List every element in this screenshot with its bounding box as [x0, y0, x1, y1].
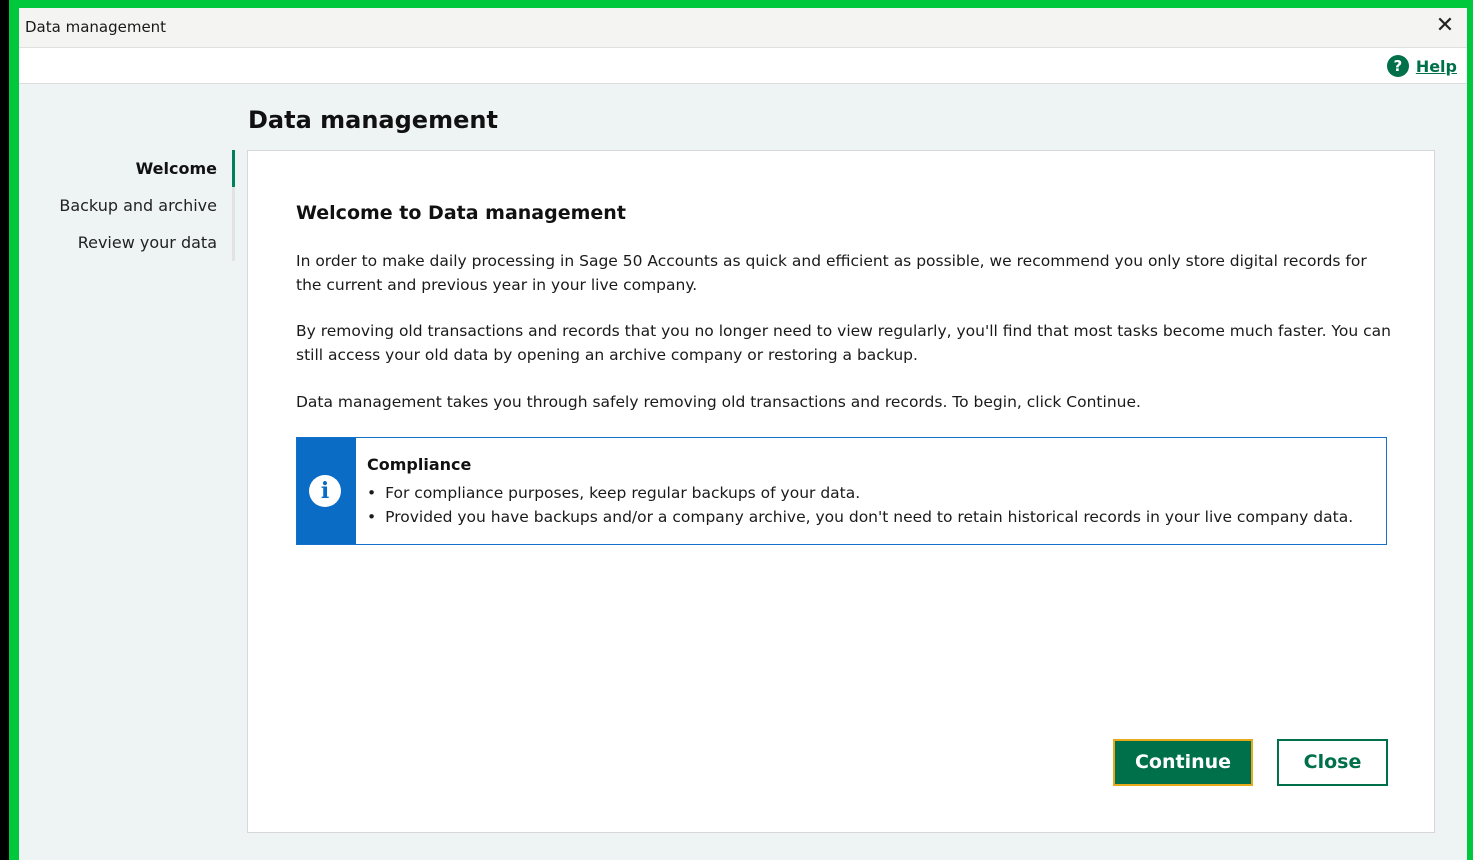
welcome-heading: Welcome to Data management [296, 202, 626, 224]
sidebar-item-welcome[interactable]: Welcome [19, 150, 235, 187]
list-item: Provided you have backups and/or a compa… [367, 505, 1353, 529]
title-bar: Data management ✕ [19, 8, 1467, 48]
window-frame: Data management ✕ ? Help Data management… [9, 0, 1473, 860]
continue-button[interactable]: Continue [1113, 739, 1253, 786]
list-item-text: Provided you have backups and/or a compa… [385, 508, 1354, 526]
content-panel: Welcome to Data management In order to m… [247, 150, 1435, 833]
page-title: Data management [248, 106, 498, 134]
notice-list: For compliance purposes, keep regular ba… [367, 481, 1353, 529]
notice-icon-bar: i [297, 438, 356, 544]
sidebar-nav: Welcome Backup and archive Review your d… [19, 150, 235, 261]
sidebar-item-label: Backup and archive [59, 196, 217, 215]
help-bar: ? Help [19, 48, 1467, 84]
compliance-notice: i Compliance For compliance purposes, ke… [296, 437, 1387, 545]
close-icon[interactable]: ✕ [1433, 14, 1457, 38]
notice-title: Compliance [367, 455, 472, 474]
list-item-text: For compliance purposes, keep regular ba… [385, 484, 861, 502]
removal-paragraph: By removing old transactions and records… [296, 322, 1391, 364]
begin-paragraph: Data management takes you through safely… [296, 393, 1141, 411]
info-icon: i [309, 475, 341, 507]
sidebar-item-label: Welcome [135, 159, 217, 178]
help-link[interactable]: ? Help [1386, 55, 1457, 77]
dialog-window: Data management ✕ ? Help Data management… [19, 8, 1467, 860]
question-circle-icon: ? [1386, 55, 1409, 77]
close-button[interactable]: Close [1277, 739, 1388, 786]
list-item: For compliance purposes, keep regular ba… [367, 481, 1353, 505]
sidebar-item-review-your-data[interactable]: Review your data [19, 224, 235, 261]
help-label: Help [1415, 56, 1457, 76]
window-title: Data management [25, 18, 167, 36]
sidebar-item-backup-and-archive[interactable]: Backup and archive [19, 187, 235, 224]
intro-paragraph: In order to make daily processing in Sag… [296, 252, 1367, 294]
sidebar-item-label: Review your data [77, 233, 217, 252]
